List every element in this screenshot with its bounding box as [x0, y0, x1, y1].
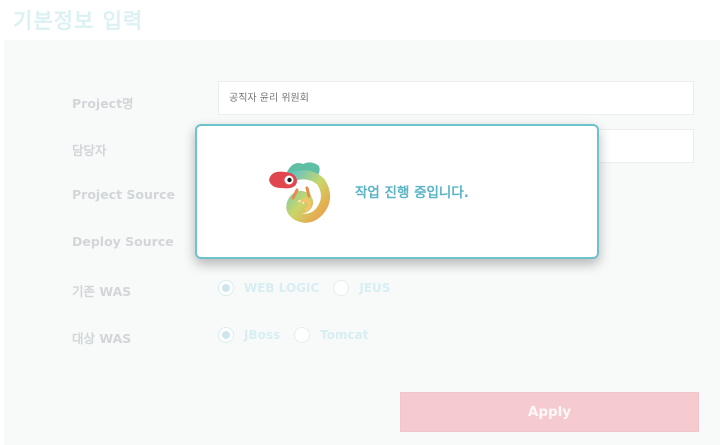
- radio-weblogic[interactable]: WEB LOGIC: [218, 280, 319, 296]
- radio-jeus-label[interactable]: JEUS: [359, 281, 390, 295]
- radio-weblogic-label[interactable]: WEB LOGIC: [244, 281, 319, 295]
- manager-label: 담당자: [72, 143, 107, 158]
- radio-jboss-label[interactable]: JBoss: [244, 328, 280, 342]
- loading-message: 작업 진행 중입니다.: [355, 185, 469, 201]
- project-source-label: Project Source: [72, 187, 175, 202]
- chameleon-logo-icon: [269, 162, 330, 223]
- target-was-radio-group: JBoss Tomcat: [218, 327, 382, 343]
- radio-jeus-circle[interactable]: [333, 280, 350, 296]
- radio-tomcat-circle[interactable]: [294, 327, 311, 343]
- page-title: 기본정보 입력: [13, 9, 144, 33]
- project-name-label: Project명: [72, 96, 134, 111]
- radio-weblogic-circle[interactable]: [218, 280, 234, 296]
- radio-tomcat[interactable]: Tomcat: [294, 327, 368, 343]
- radio-jboss-circle[interactable]: [218, 327, 234, 343]
- deploy-source-label: Deploy Source: [72, 234, 174, 249]
- radio-tomcat-label[interactable]: Tomcat: [320, 328, 368, 342]
- current-was-radio-group: WEB LOGIC JEUS: [218, 280, 404, 296]
- loading-modal: 작업 진행 중입니다.: [195, 124, 599, 259]
- radio-jboss[interactable]: JBoss: [218, 327, 280, 343]
- target-was-label: 대상 WAS: [72, 331, 132, 346]
- current-was-label: 기존 WAS: [72, 284, 132, 299]
- radio-jeus[interactable]: JEUS: [333, 280, 390, 296]
- project-name-input[interactable]: [218, 81, 694, 115]
- apply-button[interactable]: Apply: [400, 392, 699, 432]
